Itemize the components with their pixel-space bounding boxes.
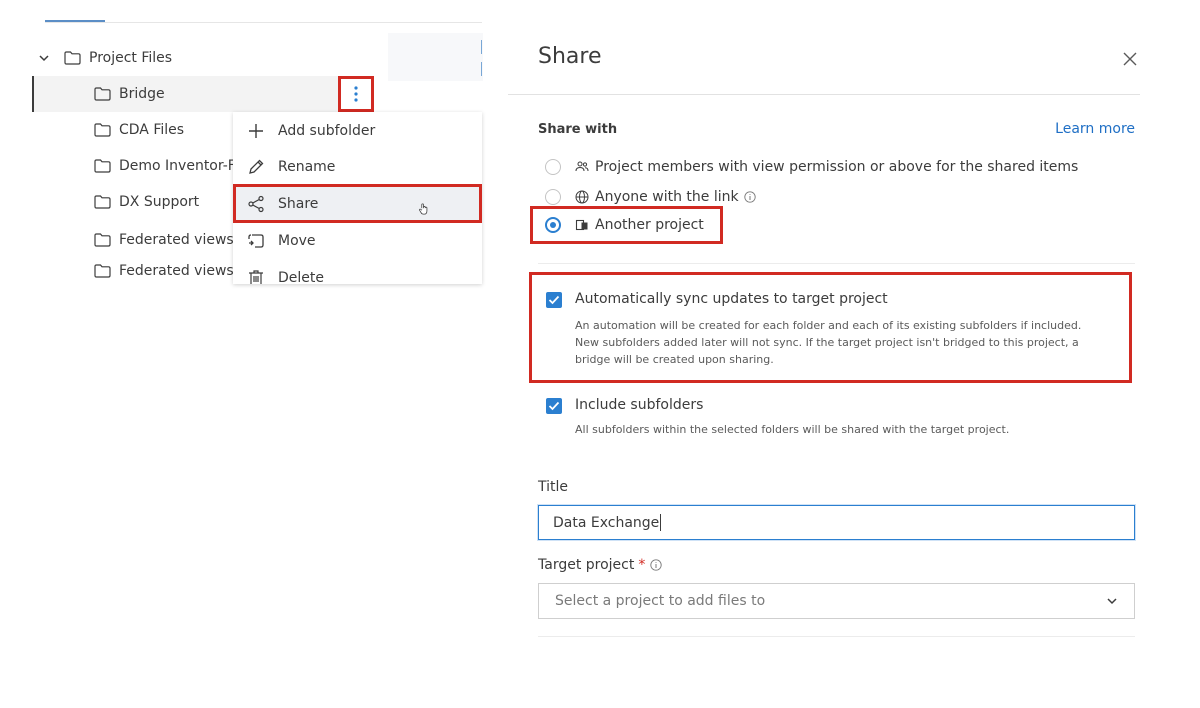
highlight-box-auto-sync bbox=[529, 272, 1132, 383]
menu-item-label: Delete bbox=[278, 269, 324, 285]
tree-item-label: CDA Files bbox=[119, 122, 185, 138]
target-project-select[interactable]: Select a project to add files to bbox=[538, 583, 1135, 619]
tree-item-demo-inventor[interactable]: Demo Inventor-F bbox=[94, 148, 233, 184]
include-subfolders-label: Include subfolders bbox=[575, 397, 704, 413]
target-project-label-row: Target project * bbox=[538, 557, 663, 573]
tree-item-label: Federated views bbox=[119, 263, 233, 279]
menu-item-label: Rename bbox=[278, 158, 336, 175]
folder-icon bbox=[94, 233, 111, 247]
scroll-marker bbox=[481, 62, 482, 76]
tree-item-label: Demo Inventor-F bbox=[119, 158, 233, 174]
tree-item-project-files[interactable]: Project Files bbox=[38, 40, 368, 76]
folder-icon bbox=[94, 123, 111, 137]
info-icon[interactable] bbox=[650, 559, 663, 571]
panel-title: Share bbox=[538, 44, 602, 69]
menu-item-add-subfolder[interactable]: Add subfolder bbox=[233, 112, 482, 149]
globe-icon bbox=[575, 190, 589, 204]
scroll-marker bbox=[481, 40, 482, 54]
tree-item-label: Project Files bbox=[89, 50, 173, 66]
panel-divider bbox=[508, 94, 1140, 95]
option-anyone-with-link[interactable]: Anyone with the link bbox=[545, 189, 756, 205]
tree-item-label: Federated views bbox=[119, 232, 233, 248]
required-mark: * bbox=[638, 557, 646, 573]
tree-item-dx-support[interactable]: DX Support bbox=[94, 184, 233, 220]
tree-item-bridge[interactable]: Bridge bbox=[34, 76, 338, 112]
menu-item-delete[interactable]: Delete bbox=[233, 259, 482, 284]
menu-item-label: Add subfolder bbox=[278, 122, 376, 139]
tree-item-label: Bridge bbox=[119, 86, 165, 102]
tree-item-federated-views[interactable]: Federated views bbox=[94, 258, 233, 284]
share-with-label: Share with bbox=[538, 122, 618, 137]
kebab-icon bbox=[354, 86, 358, 102]
text-caret bbox=[660, 514, 662, 531]
highlight-box-share bbox=[233, 184, 482, 223]
folder-icon bbox=[94, 87, 111, 101]
plus-icon bbox=[249, 123, 263, 138]
section-divider bbox=[538, 263, 1135, 264]
menu-item-label: Move bbox=[278, 232, 316, 249]
menu-item-rename[interactable]: Rename bbox=[233, 148, 482, 185]
menu-item-move[interactable]: Move bbox=[233, 222, 482, 259]
option-label: Anyone with the link bbox=[595, 189, 739, 205]
trash-icon bbox=[249, 269, 263, 284]
people-icon bbox=[575, 161, 589, 172]
include-subfolders-description: All subfolders within the selected folde… bbox=[575, 423, 1010, 436]
bottom-divider bbox=[538, 636, 1135, 637]
tree-item-label: DX Support bbox=[119, 194, 200, 210]
background-pane bbox=[388, 33, 483, 81]
option-project-members[interactable]: Project members with view permission or … bbox=[545, 159, 1078, 175]
info-icon[interactable] bbox=[743, 191, 756, 203]
folder-icon bbox=[94, 159, 111, 173]
pencil-icon bbox=[249, 159, 264, 174]
radio-button[interactable] bbox=[545, 159, 561, 175]
include-subfolders-checkbox[interactable] bbox=[546, 398, 562, 414]
target-project-placeholder: Select a project to add files to bbox=[555, 593, 766, 609]
close-icon[interactable] bbox=[1122, 51, 1138, 67]
tree-item-federated-views[interactable]: Federated views bbox=[94, 222, 233, 258]
check-icon bbox=[548, 401, 560, 411]
learn-more-link[interactable]: Learn more bbox=[1040, 121, 1135, 137]
option-label: Project members with view permission or … bbox=[595, 159, 1079, 175]
title-input-value: Data Exchange bbox=[553, 514, 660, 531]
more-options-button[interactable] bbox=[338, 76, 374, 112]
move-icon bbox=[248, 233, 264, 248]
chevron-down-icon[interactable] bbox=[38, 52, 50, 64]
chevron-down-icon bbox=[1107, 598, 1117, 605]
target-project-label: Target project bbox=[538, 557, 635, 573]
folder-icon bbox=[94, 264, 111, 278]
highlight-box-another-project bbox=[530, 206, 723, 244]
title-field-label: Title bbox=[538, 479, 569, 495]
radio-button[interactable] bbox=[545, 189, 561, 205]
title-input[interactable]: Data Exchange bbox=[538, 505, 1135, 540]
tree-item-cda-files[interactable]: CDA Files bbox=[94, 112, 233, 148]
folder-icon bbox=[64, 51, 81, 65]
header-divider bbox=[45, 22, 482, 23]
folder-icon bbox=[94, 195, 111, 209]
